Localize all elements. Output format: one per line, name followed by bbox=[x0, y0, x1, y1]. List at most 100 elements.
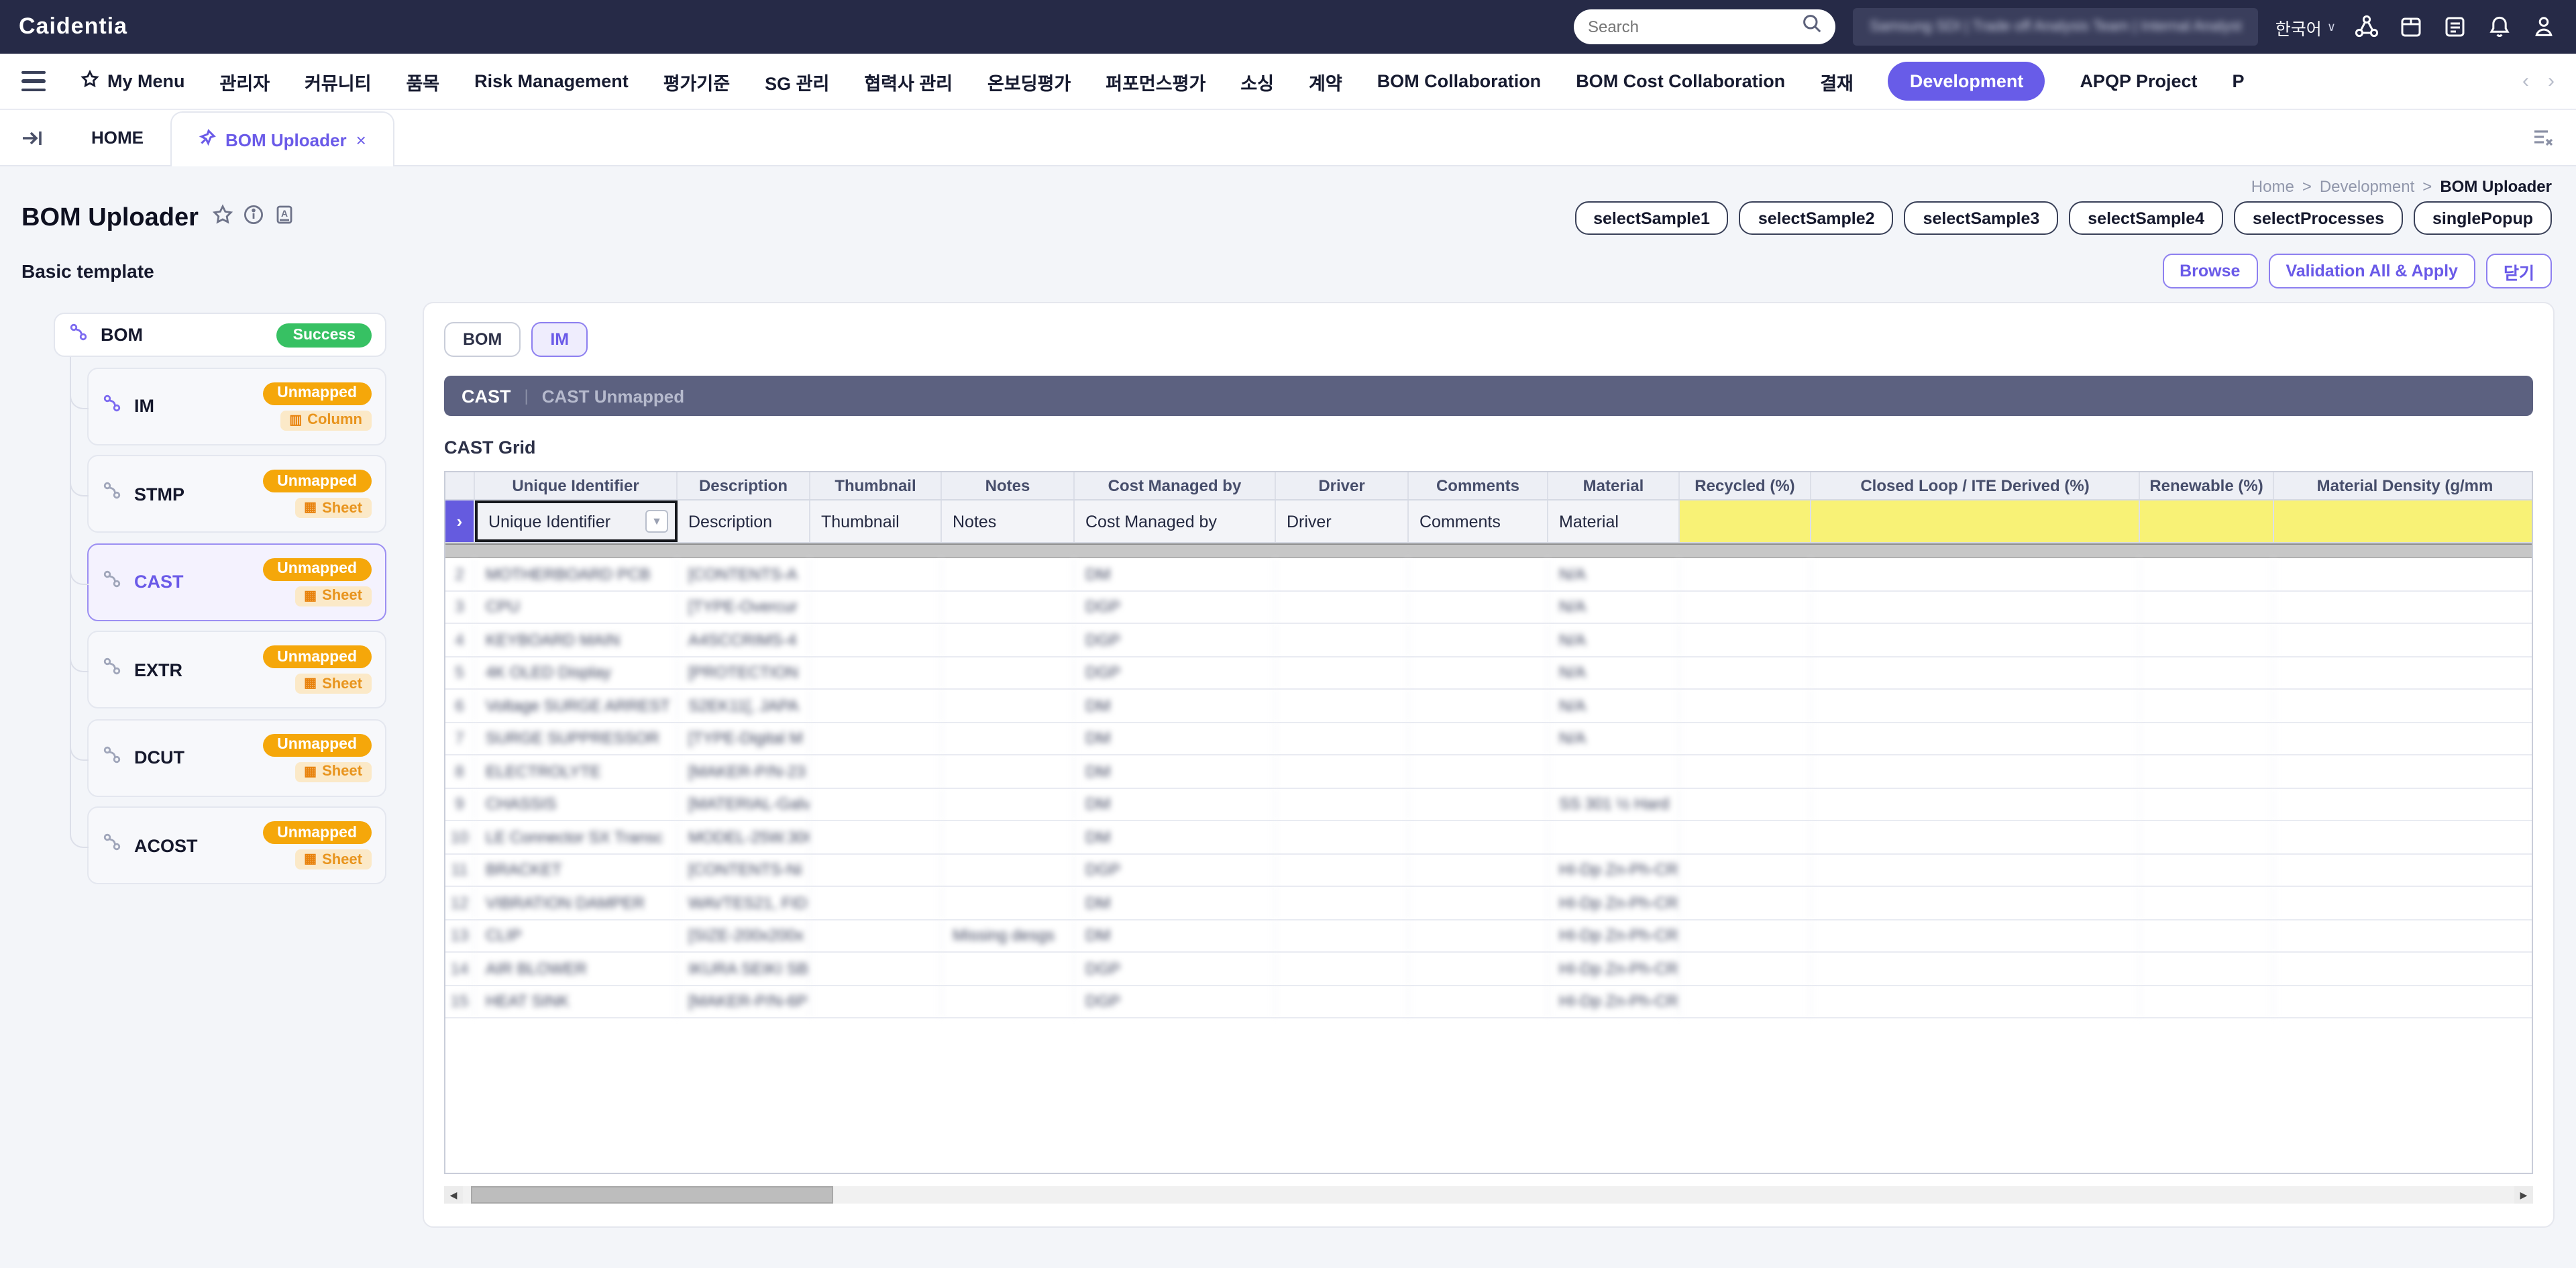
grid-cell[interactable]: [SIZE-200x200x bbox=[678, 920, 810, 951]
grid-cell[interactable]: DGP bbox=[1075, 657, 1276, 688]
grid-cell[interactable] bbox=[1409, 854, 1548, 886]
bell-icon[interactable] bbox=[2486, 13, 2513, 40]
tab-bom-uploader[interactable]: BOM Uploader × bbox=[170, 111, 394, 166]
grid-cell[interactable] bbox=[2274, 723, 2533, 754]
grid-cell[interactable]: LE Connector SX Transc bbox=[475, 821, 678, 853]
grid-cell[interactable]: [CONTENTS-A bbox=[678, 558, 810, 590]
grid-cell[interactable] bbox=[1548, 755, 1680, 787]
breadcrumb-item[interactable]: BOM Uploader bbox=[2440, 177, 2552, 196]
grid-cell[interactable] bbox=[1409, 953, 1548, 984]
nav-item-계약[interactable]: 계약 bbox=[1309, 68, 1342, 95]
grid-cell[interactable]: [TYPE-Overcur bbox=[678, 591, 810, 623]
grid-cell[interactable] bbox=[2140, 887, 2274, 918]
column-header-Description[interactable]: Description bbox=[678, 472, 810, 499]
grid-cell[interactable] bbox=[2274, 624, 2533, 655]
row-number[interactable]: 10 bbox=[445, 821, 475, 853]
grid-cell[interactable] bbox=[810, 690, 942, 721]
닫기-button[interactable]: 닫기 bbox=[2486, 254, 2552, 288]
grid-cell[interactable] bbox=[942, 887, 1075, 918]
mapping-cell-unmapped[interactable] bbox=[2140, 500, 2274, 542]
grid-cell[interactable] bbox=[2274, 690, 2533, 721]
grid-cell[interactable] bbox=[2140, 986, 2274, 1017]
grid-cell[interactable]: DM bbox=[1075, 755, 1276, 787]
grid-cell[interactable]: S2EK11[, JAPA bbox=[678, 690, 810, 721]
grid-cell[interactable] bbox=[1811, 690, 2140, 721]
nav-item-bom-cost-collaboration[interactable]: BOM Cost Collaboration bbox=[1576, 71, 1785, 91]
grid-cell[interactable]: N/A bbox=[1548, 657, 1680, 688]
grid-cell[interactable]: CLIP bbox=[475, 920, 678, 951]
grid-cell[interactable]: [MATERIAL-Galv bbox=[678, 788, 810, 820]
selectsample1-button[interactable]: selectSample1 bbox=[1574, 201, 1729, 235]
grid-cell[interactable]: DM bbox=[1075, 558, 1276, 590]
column-header-Cost Managed by[interactable]: Cost Managed by bbox=[1075, 472, 1276, 499]
grid-cell[interactable]: DM bbox=[1075, 821, 1276, 853]
grid-cell[interactable] bbox=[942, 591, 1075, 623]
grid-cell[interactable] bbox=[1276, 723, 1409, 754]
grid-cell[interactable] bbox=[1680, 657, 1811, 688]
scrollbar-track[interactable] bbox=[463, 1186, 2514, 1204]
grid-cell[interactable]: 4K OLED Display bbox=[475, 657, 678, 688]
grid-cell[interactable] bbox=[942, 755, 1075, 787]
grid-cell[interactable] bbox=[1680, 624, 1811, 655]
mapping-cell[interactable]: Cost Managed by bbox=[1075, 500, 1276, 542]
row-number[interactable]: 13 bbox=[445, 920, 475, 951]
grid-cell[interactable] bbox=[1680, 723, 1811, 754]
grid-cell[interactable]: SURGE SUPPRESSOR bbox=[475, 723, 678, 754]
grid-cell[interactable]: CHASSIS bbox=[475, 788, 678, 820]
grid-cell[interactable] bbox=[1276, 821, 1409, 853]
grid-cell[interactable] bbox=[1276, 690, 1409, 721]
mapping-cell[interactable]: Driver bbox=[1276, 500, 1409, 542]
grid-cell[interactable] bbox=[1680, 821, 1811, 853]
grid-cell[interactable]: DM bbox=[1075, 887, 1276, 918]
row-number[interactable]: 15 bbox=[445, 986, 475, 1017]
row-number[interactable]: 12 bbox=[445, 887, 475, 918]
grid-cell[interactable] bbox=[810, 657, 942, 688]
grid-cell[interactable] bbox=[1276, 953, 1409, 984]
grid-cell[interactable] bbox=[2274, 755, 2533, 787]
search-input[interactable] bbox=[1588, 17, 1803, 36]
selectsample2-button[interactable]: selectSample2 bbox=[1739, 201, 1894, 235]
close-all-tabs-icon[interactable] bbox=[2530, 125, 2555, 156]
grid-cell[interactable]: [MAKER-P/N-6P bbox=[678, 986, 810, 1017]
grid-cell[interactable]: HI-Dp Zn-Ph-CR bbox=[1548, 854, 1680, 886]
grid-cell[interactable]: [PROTECTION bbox=[678, 657, 810, 688]
nav-item-품목[interactable]: 품목 bbox=[406, 68, 439, 95]
scroll-left-icon[interactable]: ◀ bbox=[444, 1186, 463, 1204]
grid-cell[interactable] bbox=[1811, 723, 2140, 754]
grid-cell[interactable]: N/A bbox=[1548, 690, 1680, 721]
grid-cell[interactable] bbox=[2274, 657, 2533, 688]
grid-cell[interactable] bbox=[2140, 854, 2274, 886]
grid-cell[interactable]: HI-Dp Zn-Ph-CR bbox=[1548, 920, 1680, 951]
nav-item-apqp-project[interactable]: APQP Project bbox=[2080, 71, 2197, 91]
grid-cell[interactable] bbox=[1811, 887, 2140, 918]
grid-cell[interactable]: HI-Dp Zn-Ph-CR bbox=[1548, 986, 1680, 1017]
grid-cell[interactable] bbox=[2140, 690, 2274, 721]
nav-item-bom-collaboration[interactable]: BOM Collaboration bbox=[1377, 71, 1542, 91]
grid-cell[interactable] bbox=[1409, 558, 1548, 590]
menu-icon[interactable] bbox=[21, 71, 46, 91]
column-header-Thumbnail[interactable]: Thumbnail bbox=[810, 472, 942, 499]
grid-cell[interactable] bbox=[942, 624, 1075, 655]
grid-cell[interactable] bbox=[1680, 690, 1811, 721]
org-chart-icon[interactable] bbox=[2353, 13, 2380, 40]
grid-cell[interactable]: DM bbox=[1075, 788, 1276, 820]
nav-scroll-left-icon[interactable]: ‹ bbox=[2522, 70, 2529, 93]
grid-cell[interactable] bbox=[942, 821, 1075, 853]
grid-cell[interactable] bbox=[2274, 558, 2533, 590]
grid-cell[interactable]: HI-Dp Zn-Ph-CR bbox=[1548, 953, 1680, 984]
grid-cell[interactable]: DGP bbox=[1075, 986, 1276, 1017]
grid-cell[interactable] bbox=[1680, 854, 1811, 886]
grid-cell[interactable] bbox=[810, 558, 942, 590]
grid-cell[interactable]: WAVTES21, FID bbox=[678, 887, 810, 918]
grid-cell[interactable] bbox=[810, 986, 942, 1017]
row-number[interactable]: 8 bbox=[445, 755, 475, 787]
grid-cell[interactable] bbox=[2274, 887, 2533, 918]
grid-cell[interactable]: SS 301 ½ Hard bbox=[1548, 788, 1680, 820]
grid-cell[interactable] bbox=[1409, 755, 1548, 787]
grid-cell[interactable] bbox=[1811, 953, 2140, 984]
breadcrumb-item[interactable]: Home bbox=[2251, 177, 2294, 196]
row-number[interactable]: 4 bbox=[445, 624, 475, 655]
nav-item-평가기준[interactable]: 평가기준 bbox=[663, 68, 730, 95]
grid-cell[interactable]: ELECTROLYTE bbox=[475, 755, 678, 787]
nav-item-협력사-관리[interactable]: 협력사 관리 bbox=[864, 68, 953, 95]
